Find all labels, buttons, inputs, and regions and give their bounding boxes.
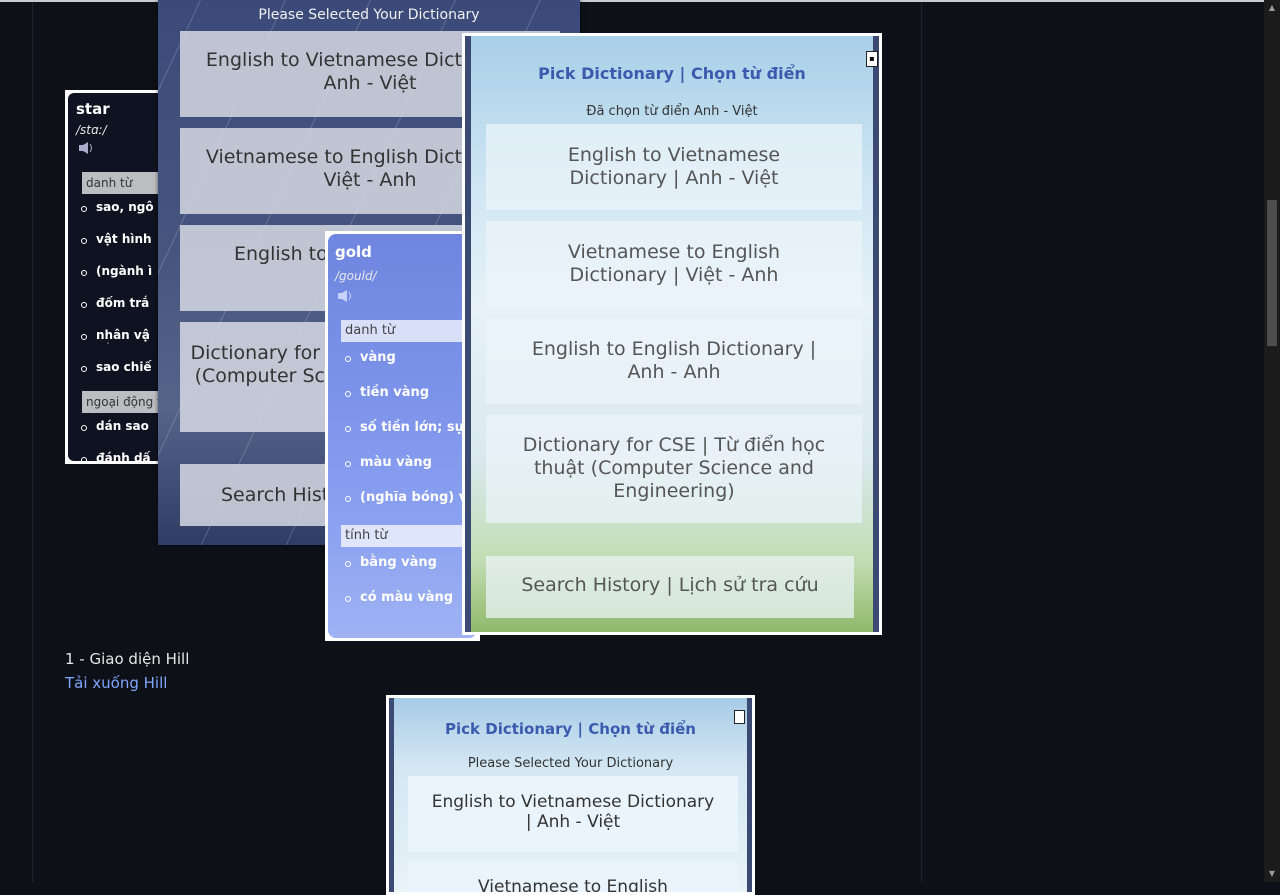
download-hill-link[interactable]: Tải xuống Hill [65,674,167,692]
gold-popup: gold /gould/ danh từ vàng tiền vàng số t… [328,234,477,638]
definition-list-noun: sao, ngô vật hình (ngành ì đốm trắ nhân … [68,200,154,392]
scrollbar-thumb[interactable] [1267,200,1277,346]
definition-item: màu vàng [332,455,467,490]
definition-item: bằng vàng [332,555,453,590]
definition-item: (ngành ì [68,264,154,296]
definition-item: sao chiế [68,360,154,392]
bottom-picker: Pick Dictionary | Chọn từ điển Please Se… [389,698,752,892]
dict-button-vi-en[interactable]: Vietnamese to English [408,861,738,892]
search-history-button[interactable]: Search History | Lịch sử tra cứu [486,556,854,618]
definition-item: số tiền lớn; sự [332,420,467,455]
word-title: star [76,100,110,118]
theme-caption: 1 - Giao diện Hill [65,650,190,668]
speaker-icon[interactable] [337,289,353,303]
definition-list-noun: vàng tiền vàng số tiền lớn; sự màu vàng … [332,350,467,525]
phonetic: /gould/ [335,269,377,283]
picker-subtitle: Please Selected Your Dictionary [467,756,674,771]
page-scrollbar[interactable]: ▲ ▼ [1264,0,1280,882]
sky-picker-screenshot: Pick Dictionary | Chọn từ điển Đã chọn t… [462,33,882,635]
bottom-picker-screenshot: Pick Dictionary | Chọn từ điển Please Se… [386,695,755,895]
content-border-left [32,2,33,882]
part-of-speech-noun: danh từ [341,320,477,342]
word-title: gold [335,243,372,261]
definition-item: nhân vậ [68,328,154,360]
picker-subtitle: Please Selected Your Dictionary [258,7,480,23]
definition-item: vật hình [68,232,154,264]
close-icon[interactable] [734,710,745,724]
picker-title: Pick Dictionary | Chọn từ điển [538,64,806,83]
definition-item: tiền vàng [332,385,467,420]
definition-item: đốm trắ [68,296,154,328]
part-of-speech-adjective: tính từ [341,525,477,547]
definition-item: (nghĩa bóng) v [332,490,467,525]
definition-list-verb: dán sao đánh dấ [68,419,151,461]
gold-popup-screenshot: gold /gould/ danh từ vàng tiền vàng số t… [325,231,480,641]
speaker-icon[interactable] [78,141,94,155]
phonetic: /stɑː/ [76,123,107,137]
definition-item: có màu vàng [332,590,453,625]
picker-status: Đã chọn từ điển Anh - Việt [586,104,758,119]
dict-button-en-vi[interactable]: English to Vietnamese Dictionary | Anh -… [486,124,862,210]
dict-button-cse[interactable]: Dictionary for CSE | Từ điển học thuật (… [486,415,862,523]
dict-button-vi-en[interactable]: Vietnamese to English Dictionary | Việt … [486,221,862,307]
picker-title: Pick Dictionary | Chọn từ điển [445,720,696,738]
definition-item: sao, ngô [68,200,154,232]
scroll-down-arrow-icon[interactable]: ▼ [1264,866,1280,882]
definition-item: vàng [332,350,467,385]
definition-list-adjective: bằng vàng có màu vàng [332,555,453,625]
sky-picker: Pick Dictionary | Chọn từ điển Đã chọn t… [465,36,879,632]
close-icon[interactable]: ▪ [866,51,878,67]
content-border-right [921,2,922,882]
scroll-up-arrow-icon[interactable]: ▲ [1264,0,1280,16]
dict-button-en-en[interactable]: English to English Dictionary | Anh - An… [486,318,862,404]
dict-button-en-vi[interactable]: English to Vietnamese Dictionary | Anh -… [408,776,738,852]
definition-item: đánh dấ [68,451,151,461]
definition-item: dán sao [68,419,151,451]
